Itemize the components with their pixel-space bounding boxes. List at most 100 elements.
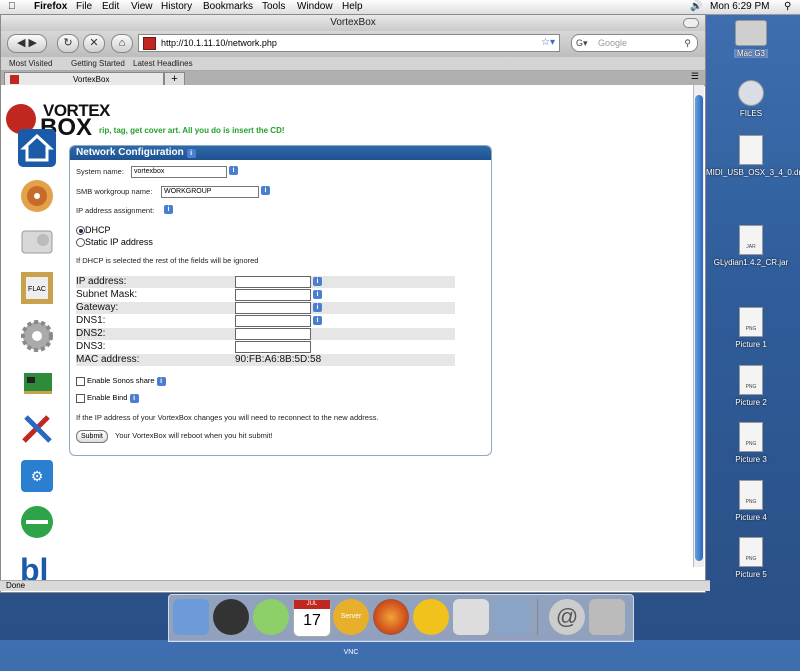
dns3-input[interactable] — [235, 341, 311, 353]
menu-history[interactable]: History — [161, 1, 192, 12]
desktop-icon-picture-1[interactable]: PNG Picture 1 — [706, 307, 796, 349]
smb-workgroup-info-icon[interactable]: i — [261, 186, 270, 195]
menu-file[interactable]: File — [76, 1, 92, 12]
menu-view[interactable]: View — [131, 1, 153, 12]
system-name-info-icon[interactable]: i — [229, 166, 238, 175]
bind-checkbox[interactable] — [76, 393, 85, 403]
menu-window[interactable]: Window — [297, 1, 333, 12]
subnet-mask-info-icon[interactable]: i — [313, 290, 322, 299]
spotlight-icon[interactable]: ⚲ — [784, 1, 791, 12]
ip-address-input[interactable] — [235, 276, 311, 288]
dashboard-icon[interactable] — [213, 599, 249, 635]
url-bar[interactable]: http://10.1.11.10/network.php ☆▾ — [138, 34, 560, 52]
trash-icon[interactable] — [589, 599, 625, 635]
finder-icon[interactable] — [173, 599, 209, 635]
dock: JUL 17 Server VNC @ — [168, 594, 634, 656]
radiation-icon[interactable] — [413, 599, 449, 635]
reload-button[interactable]: ↻ — [57, 34, 79, 53]
ical-icon[interactable]: JUL 17 — [293, 599, 331, 637]
subnet-mask-input[interactable] — [235, 289, 311, 301]
tab-list-icon[interactable]: ☰ — [691, 71, 699, 82]
info-icon[interactable]: i — [186, 149, 196, 158]
sonos-checkbox[interactable] — [76, 376, 85, 386]
submit-button[interactable]: Submit — [76, 430, 108, 443]
bookmark-getting-started[interactable]: Getting Started — [71, 57, 125, 70]
site-favicon-icon — [143, 37, 156, 50]
menu-app-name[interactable]: Firefox — [34, 1, 67, 12]
network-card-icon[interactable] — [18, 363, 56, 401]
google-icon[interactable]: G▾ — [576, 35, 588, 51]
desktop-icon-midi-dmg[interactable]: MIDI_USB_OSX_3_4_0.dmg — [706, 135, 800, 177]
vertical-scrollbar[interactable] — [693, 85, 704, 567]
network-config-panel: Network Configuration i System name: vor… — [69, 145, 492, 456]
green-logo-icon[interactable] — [18, 503, 56, 541]
desktop-icon-glydian-jar[interactable]: JAR GLydian1.4.2_CR.jar — [706, 225, 796, 267]
desktop-icon-picture-5[interactable]: PNG Picture 5 — [706, 537, 796, 579]
preview-icon[interactable] — [493, 599, 529, 635]
home-button[interactable]: ⌂ — [111, 34, 133, 53]
toolbar-toggle-button[interactable] — [683, 18, 699, 28]
svg-text:bl: bl — [20, 552, 48, 581]
static-ip-radio[interactable] — [76, 238, 85, 248]
menu-edit[interactable]: Edit — [102, 1, 119, 12]
sonos-info-icon[interactable]: i — [156, 377, 166, 386]
menu-tools[interactable]: Tools — [262, 1, 285, 12]
stop-button[interactable]: ✕ — [83, 34, 105, 53]
tools-icon[interactable] — [18, 409, 56, 447]
desktop-icon-files[interactable]: FILES — [706, 80, 796, 118]
apple-menu-icon[interactable]:  — [8, 1, 16, 12]
hard-drive-icon[interactable] — [18, 223, 56, 261]
apple-system-icon[interactable] — [453, 599, 489, 635]
window-title-bar[interactable]: VortexBox — [1, 15, 705, 31]
volume-icon[interactable]: 🔊 — [690, 1, 702, 12]
tab-vortexbox[interactable]: VortexBox — [4, 72, 164, 86]
bl-logo-icon[interactable]: bl — [18, 547, 56, 581]
navigation-toolbar: ◀ ▶ ↻ ✕ ⌂ http://10.1.11.10/network.php … — [1, 31, 705, 57]
bookmark-star-icon[interactable]: ☆▾ — [541, 35, 555, 51]
sonos-option[interactable]: Enable Sonos share i — [76, 376, 166, 386]
desktop-icon-picture-3[interactable]: PNG Picture 3 — [706, 422, 796, 464]
network-volume-icon — [738, 80, 764, 106]
search-input[interactable]: G▾ Google ⚲ — [571, 34, 698, 52]
firefox-icon[interactable] — [373, 599, 409, 635]
gateway-input[interactable] — [235, 302, 311, 314]
new-tab-button[interactable]: + — [164, 72, 185, 86]
mail-at-icon[interactable]: @ — [549, 599, 585, 635]
smb-workgroup-input[interactable]: WORKGROUP — [161, 186, 259, 198]
dhcp-radio[interactable] — [76, 226, 85, 236]
server-vnc-icon[interactable]: Server VNC — [333, 599, 369, 656]
clock[interactable]: Mon 6:29 PM — [710, 1, 769, 12]
search-icon[interactable]: ⚲ — [684, 35, 691, 51]
dns1-info-icon[interactable]: i — [313, 316, 322, 325]
back-forward-button[interactable]: ◀ ▶ — [7, 34, 47, 53]
subnet-mask-label: Subnet Mask: — [76, 289, 138, 300]
png-file-icon: PNG — [739, 422, 763, 452]
bookmark-latest-headlines[interactable]: Latest Headlines — [133, 57, 193, 70]
desktop-icon-mac-g3[interactable]: Mac G3 — [706, 20, 796, 58]
calendar-day: 17 — [303, 612, 321, 629]
static-ip-option[interactable]: Static IP address — [76, 237, 153, 248]
settings-gear-icon[interactable] — [18, 317, 56, 355]
system-name-input[interactable]: vortexbox — [131, 166, 227, 178]
desktop-icon-picture-2[interactable]: PNG Picture 2 — [706, 365, 796, 407]
bind-info-icon[interactable]: i — [129, 394, 139, 403]
dns2-input[interactable] — [235, 328, 311, 340]
page-viewport: VORTEX BOX rip, tag, get cover art. All … — [1, 85, 693, 581]
ip-assignment-info-icon[interactable]: i — [164, 205, 173, 214]
svg-text:⚙: ⚙ — [31, 469, 44, 485]
menu-help[interactable]: Help — [342, 1, 363, 12]
desktop-icon-picture-4[interactable]: PNG Picture 4 — [706, 480, 796, 522]
dhcp-option[interactable]: DHCP — [76, 225, 111, 236]
cd-rip-icon[interactable] — [18, 177, 56, 215]
gateway-info-icon[interactable]: i — [313, 303, 322, 312]
bookmark-most-visited[interactable]: Most Visited — [9, 57, 52, 70]
bind-option[interactable]: Enable Bind i — [76, 393, 139, 403]
scrollbar-thumb[interactable] — [695, 95, 703, 561]
menu-bookmarks[interactable]: Bookmarks — [203, 1, 253, 12]
flac-icon[interactable]: FLAC — [18, 269, 56, 307]
home-icon[interactable] — [18, 129, 56, 167]
dns1-input[interactable] — [235, 315, 311, 327]
ip-address-info-icon[interactable]: i — [313, 277, 322, 286]
usb-drive-icon[interactable]: ⚙ — [18, 457, 56, 495]
itunes-icon[interactable] — [253, 599, 289, 635]
